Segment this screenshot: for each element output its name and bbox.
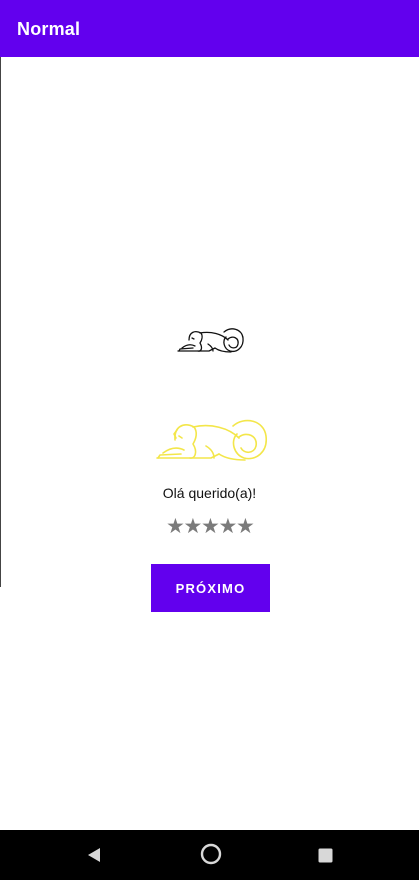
back-icon[interactable] [86,847,102,863]
home-icon[interactable] [200,843,222,865]
app-bar: Normal [0,0,419,57]
star-icon[interactable]: ★ [201,515,220,539]
greeting-text: Olá querido(a)! [162,485,257,501]
app-title: Normal [17,19,81,39]
next-button[interactable]: PRÓXIMO [151,564,270,612]
lion-image-small [177,328,244,353]
rating-bar[interactable]: ★ ★ ★ ★ ★ [166,515,255,539]
star-icon[interactable]: ★ [236,515,255,539]
star-icon[interactable]: ★ [184,515,203,539]
star-icon[interactable]: ★ [219,515,238,539]
system-nav-bar [0,830,419,880]
recents-icon[interactable] [318,848,333,863]
star-icon[interactable]: ★ [166,515,185,539]
lion-image-large [156,419,267,461]
